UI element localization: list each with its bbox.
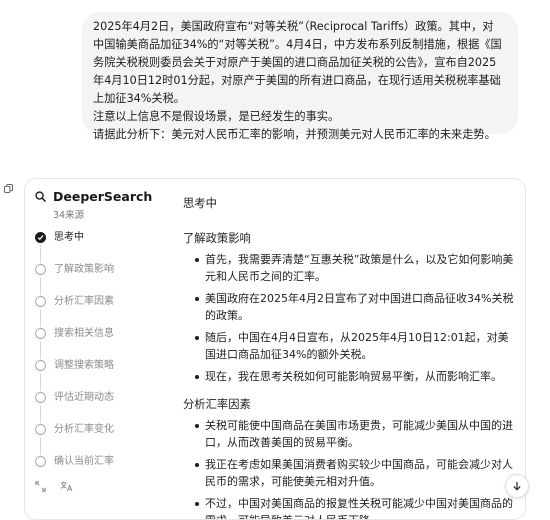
step-list: 思考中 了解政策影响 分析汇率因素 搜索相关信息 调整搜索策略 评估近期动态 分… xyxy=(35,231,175,487)
translate-icon[interactable] xyxy=(60,481,73,492)
step-label: 分析汇率变化 xyxy=(54,424,114,435)
deeper-search-sidebar: DeeperSearch 34来源 思考中 了解政策影响 分析汇率因素 搜索相关… xyxy=(25,179,175,519)
step-connector xyxy=(40,277,41,295)
step-item-rate-factors[interactable]: 分析汇率因素 xyxy=(35,295,175,327)
step-dot xyxy=(35,328,46,339)
step-label: 搜索相关信息 xyxy=(54,328,114,339)
search-icon xyxy=(35,191,46,202)
step-label: 评估近期动态 xyxy=(54,392,114,403)
user-message-paragraph: 请据此分析下：美元对人民币汇率的影响，并预测美元对人民币汇率的未来走势。 xyxy=(93,128,496,141)
step-dot xyxy=(35,360,46,371)
step-connector xyxy=(40,245,41,263)
step-item-search[interactable]: 搜索相关信息 xyxy=(35,327,175,359)
step-connector xyxy=(40,437,41,455)
user-message-bubble: 2025年4月2日，美国政府宣布“对等关税”（Reciprocal Tariff… xyxy=(82,12,518,141)
panel-toolbar xyxy=(35,481,73,492)
section-heading: 分析汇率因素 xyxy=(183,398,251,411)
step-dot xyxy=(35,296,46,307)
list-item: 首先，我需要弄清楚“互惠关税”政策是什么，以及它如何影响美元和人民币之间的汇率。 xyxy=(195,251,519,285)
step-label: 分析汇率因素 xyxy=(54,296,114,307)
step-item-thinking[interactable]: 思考中 xyxy=(35,231,175,263)
step-dot xyxy=(35,392,46,403)
step-label: 调整搜索策略 xyxy=(54,360,114,371)
step-item-adjust[interactable]: 调整搜索策略 xyxy=(35,359,175,391)
step-item-rate-change[interactable]: 分析汇率变化 xyxy=(35,423,175,455)
step-label: 思考中 xyxy=(54,232,84,243)
list-item: 美国政府在2025年4月2日宣布了对中国进口商品征收34%关税的政策。 xyxy=(195,290,519,324)
thinking-content: 思考中 了解政策影响 首先，我需要弄清楚“互惠关税”政策是什么，以及它如何影响美… xyxy=(183,195,519,519)
list-item: 现在，我在思考关税如何可能影响贸易平衡，从而影响汇率。 xyxy=(195,368,519,385)
list-item: 随后，中国在4月4日宣布，从2025年4月10日12:01起，对美国进口商品加征… xyxy=(195,329,519,363)
step-connector xyxy=(40,405,41,423)
step-dot xyxy=(35,424,46,435)
list-item: 关税可能使中国商品在美国市场更贵，可能减少美国从中国的进口，从而改善美国的贸易平… xyxy=(195,417,519,451)
step-item-policy[interactable]: 了解政策影响 xyxy=(35,263,175,295)
check-icon xyxy=(35,232,46,243)
step-dot xyxy=(35,456,46,467)
step-label: 确认当前汇率 xyxy=(54,456,114,467)
expand-icon[interactable] xyxy=(35,481,46,492)
section-heading: 了解政策影响 xyxy=(183,232,251,245)
step-dot xyxy=(35,264,46,275)
step-connector xyxy=(40,309,41,327)
copy-icon[interactable] xyxy=(4,184,13,193)
deeper-search-header: DeeperSearch xyxy=(35,189,152,204)
list-item: 我正在考虑如果美国消费者购买较少中国商品，可能会减少对人民币的需求，可能使美元相… xyxy=(195,456,519,490)
step-connector xyxy=(40,373,41,391)
deeper-search-title: DeeperSearch xyxy=(53,189,153,204)
scroll-down-button[interactable] xyxy=(505,474,529,498)
section-bullet-list: 首先，我需要弄清楚“互惠关税”政策是什么，以及它如何影响美元和人民币之间的汇率。… xyxy=(183,251,519,385)
step-label: 了解政策影响 xyxy=(54,264,114,275)
thinking-title: 思考中 xyxy=(183,197,217,210)
step-connector xyxy=(40,341,41,359)
user-message-paragraph: 注意以上信息不是假设场景，是已经发生的事实。 xyxy=(93,110,340,123)
step-item-recent[interactable]: 评估近期动态 xyxy=(35,391,175,423)
arrow-down-icon xyxy=(513,482,521,491)
deeper-search-panel: DeeperSearch 34来源 思考中 了解政策影响 分析汇率因素 搜索相关… xyxy=(24,178,526,520)
source-count[interactable]: 34来源 xyxy=(53,207,84,221)
user-message-paragraph: 2025年4月2日，美国政府宣布“对等关税”（Reciprocal Tariff… xyxy=(93,20,502,105)
section-bullet-list: 关税可能使中国商品在美国市场更贵，可能减少美国从中国的进口，从而改善美国的贸易平… xyxy=(183,417,519,519)
list-item: 不过，中国对美国商品的报复性关税可能减少中国对美国商品的需求，可能导致美元对人民… xyxy=(195,495,519,519)
